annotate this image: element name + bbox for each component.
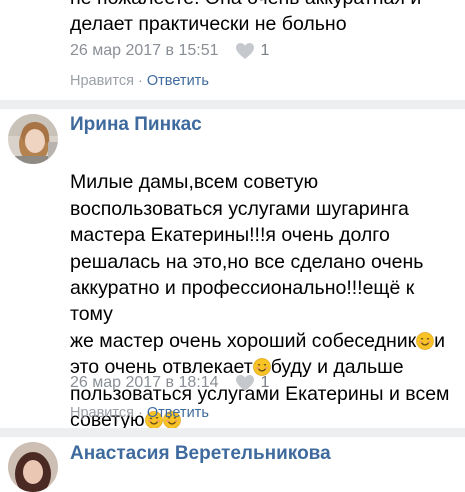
- comment-author[interactable]: Анастасия Веретельникова: [70, 443, 331, 465]
- reply-link[interactable]: Ответить: [147, 73, 209, 89]
- like-link[interactable]: Нравится: [70, 405, 134, 421]
- comment-divider: [0, 428, 465, 437]
- comment-date[interactable]: 26 мар 2017 в 15:51: [70, 42, 219, 60]
- comment-actions: Нравится · Ответить: [70, 73, 209, 89]
- heart-icon[interactable]: [235, 374, 255, 392]
- comment-text-part-1: Милые дамы,всем советую воспользоваться …: [70, 171, 424, 352]
- avatar[interactable]: [8, 442, 58, 492]
- smiling-face-emoji: [252, 357, 271, 377]
- comment-divider: [0, 100, 465, 109]
- reply-link[interactable]: Ответить: [147, 405, 209, 421]
- comment-3: Анастасия Веретельникова: [0, 437, 465, 492]
- comment-text: не пожалеете. Она очень аккуратная и дел…: [70, 0, 421, 36]
- like-count: 1: [260, 374, 270, 391]
- comment-meta: 26 мар 2017 в 15:51 1: [70, 42, 269, 60]
- separator-dot: ·: [138, 405, 143, 421]
- comment-2: Ирина Пинкас Милые дамы,всем советую вос…: [0, 109, 465, 431]
- comment-author[interactable]: Ирина Пинкас: [70, 114, 202, 136]
- avatar[interactable]: [8, 114, 58, 164]
- smiling-face-emoji: [416, 331, 435, 350]
- like-link[interactable]: Нравится: [70, 73, 134, 89]
- comment-1: не пожалеете. Она очень аккуратная и дел…: [0, 0, 465, 100]
- like-count: 1: [260, 42, 270, 59]
- comment-date[interactable]: 26 мар 2017 в 18:14: [70, 374, 219, 392]
- separator-dot: ·: [138, 73, 143, 89]
- comment-meta: 26 мар 2017 в 18:14 1: [70, 374, 269, 392]
- heart-icon[interactable]: [235, 42, 255, 60]
- comment-actions: Нравится · Ответить: [70, 405, 209, 421]
